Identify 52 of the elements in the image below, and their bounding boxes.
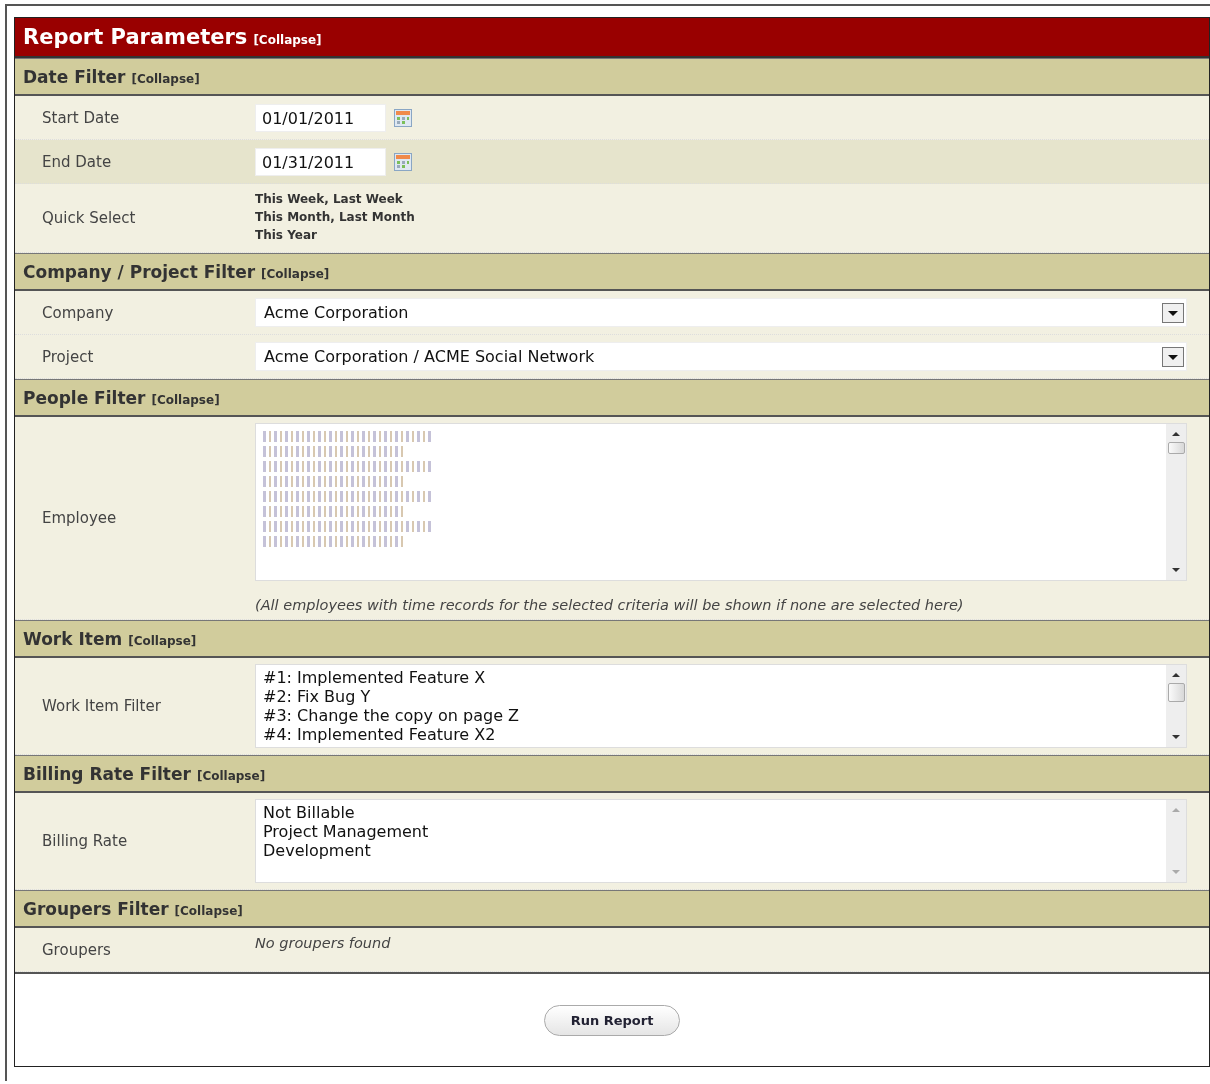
- date-field[interactable]: 01/31/2011: [255, 147, 386, 176]
- quick-select-links[interactable]: This Year: [255, 226, 1187, 244]
- list-option[interactable]: Not Billable: [263, 803, 1159, 822]
- scroll-thumb[interactable]: [1167, 442, 1185, 454]
- collapse-link[interactable]: [Collapse]: [128, 634, 197, 648]
- section-title: Company / Project Filter: [23, 261, 256, 282]
- calendar-icon[interactable]: [394, 108, 412, 127]
- collapse-link[interactable]: [Collapse]: [253, 32, 322, 47]
- list-box[interactable]: Not Billable Project Management Development: [255, 799, 1187, 883]
- field-label: Start Date: [41, 107, 121, 129]
- field-label: Quick Select: [41, 208, 137, 229]
- hint-text: (All employees with time records for the selected criteria will be shown if none are selected here): [255, 596, 965, 613]
- section-title: Billing Rate Filter: [23, 763, 191, 784]
- section-title: Date Filter: [23, 66, 126, 87]
- calendar-icon[interactable]: [394, 152, 412, 171]
- field-label: Billing Rate: [41, 831, 129, 852]
- field-label: Employee: [41, 508, 118, 529]
- quick-select-links[interactable]: This Week, Last Week: [255, 190, 1187, 208]
- field-label: Company: [41, 302, 115, 324]
- scroll-thumb[interactable]: [1167, 683, 1185, 702]
- list-option[interactable]: #3: Change the copy on page Z: [263, 706, 1159, 725]
- field-label: End Date: [41, 151, 113, 173]
- quick-select-links[interactable]: This Month, Last Month: [255, 208, 1187, 226]
- run-report-button[interactable]: Run Report: [544, 1004, 680, 1036]
- dropdown[interactable]: Acme Corporation: [255, 298, 1187, 327]
- date-field[interactable]: 01/01/2011: [255, 103, 386, 132]
- scroll-up-icon[interactable]: [1171, 430, 1181, 438]
- field-label: Groupers: [41, 939, 112, 961]
- collapse-link[interactable]: [Collapse]: [261, 267, 330, 281]
- scroll-down-icon[interactable]: [1171, 566, 1181, 574]
- panel-title: Report Parameters: [23, 25, 248, 49]
- scrollbar[interactable]: [1166, 424, 1186, 580]
- field-label: Work Item Filter: [41, 696, 162, 717]
- list-option[interactable]: #1: Implemented Feature X: [263, 668, 1159, 687]
- empty-message: No groupers found: [255, 934, 392, 953]
- scroll-down-icon[interactable]: [1171, 733, 1181, 741]
- scrollbar[interactable]: [1166, 665, 1186, 747]
- dropdown[interactable]: Acme Corporation / ACME Social Network: [255, 342, 1187, 371]
- collapse-link[interactable]: [Collapse]: [174, 904, 243, 918]
- collapse-link[interactable]: [Collapse]: [196, 769, 266, 783]
- section-title: Work Item: [23, 628, 123, 649]
- collapse-link[interactable]: [Collapse]: [151, 393, 220, 407]
- list-option[interactable]: #2: Fix Bug Y: [263, 687, 1159, 706]
- list-option[interactable]: #4: Implemented Feature X2: [263, 725, 1159, 744]
- list-option[interactable]: Development: [263, 841, 1159, 860]
- list-box[interactable]: #1: Implemented Feature X #2: Fix Bug Y #3: Change the copy on page Z #4: Implemented Feature X2: [255, 664, 1187, 748]
- list-option[interactable]: Project Management: [263, 822, 1159, 841]
- field-label: Project: [41, 346, 95, 368]
- collapse-link[interactable]: [Collapse]: [131, 72, 200, 86]
- section-title: Groupers Filter: [23, 898, 169, 919]
- section-title: People Filter: [23, 387, 146, 408]
- scroll-up-icon[interactable]: [1171, 671, 1181, 679]
